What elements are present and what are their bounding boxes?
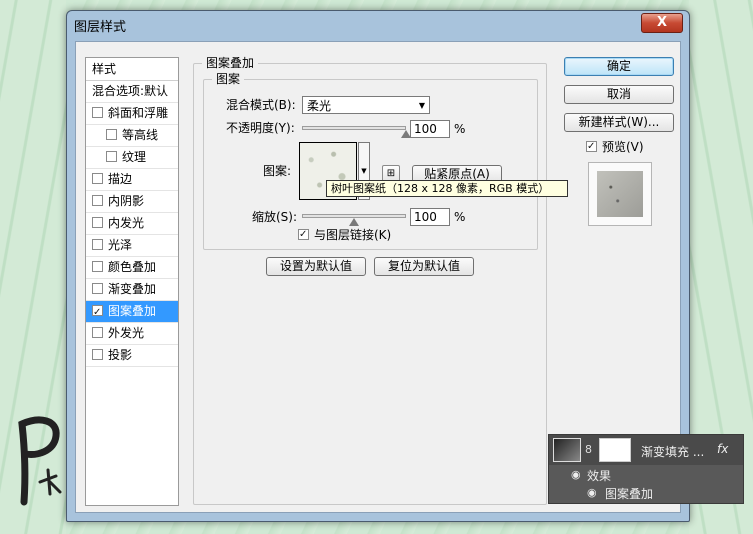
style-item-checkbox[interactable] — [92, 327, 103, 338]
eye-icon[interactable]: ◉ — [587, 486, 597, 499]
opacity-unit: % — [454, 122, 466, 136]
layers-panel: 8 渐变填充 ... fx ◉ 效果 ◉ 图案叠加 — [548, 434, 744, 504]
style-item-checkbox[interactable] — [92, 217, 103, 228]
style-item[interactable]: 图案叠加 — [86, 301, 178, 323]
style-item[interactable]: 内发光 — [86, 213, 178, 235]
style-item[interactable]: 渐变叠加 — [86, 279, 178, 301]
pattern-tooltip: 树叶图案纸（128 x 128 像素，RGB 模式） — [326, 180, 568, 197]
style-list-header[interactable]: 样式 — [86, 58, 178, 81]
blend-mode-value: 柔光 — [307, 99, 332, 113]
style-item-checkbox[interactable] — [92, 302, 103, 322]
scale-label: 缩放(S): — [252, 210, 298, 224]
scale-slider-thumb[interactable] — [349, 218, 359, 226]
style-item-label: 等高线 — [122, 128, 159, 142]
style-item-checkbox[interactable] — [92, 173, 103, 184]
style-list: 样式 混合选项:默认斜面和浮雕等高线纹理描边内阴影内发光光泽颜色叠加渐变叠加图案… — [85, 57, 179, 506]
style-item[interactable]: 颜色叠加 — [86, 257, 178, 279]
ok-button[interactable]: 确定 — [564, 57, 674, 76]
link-label: 与图层链接(K) — [314, 228, 392, 242]
style-item-checkbox[interactable] — [92, 261, 103, 272]
layer-mask-thumbnail[interactable] — [599, 438, 631, 462]
gradient-layer-thumbnail[interactable] — [553, 438, 581, 462]
style-item-label: 描边 — [108, 172, 133, 186]
style-items: 混合选项:默认斜面和浮雕等高线纹理描边内阴影内发光光泽颜色叠加渐变叠加图案叠加外… — [86, 81, 178, 367]
layer-row[interactable]: 8 渐变填充 ... fx — [549, 435, 743, 465]
effects-label[interactable]: 效果 — [587, 467, 611, 484]
scale-input[interactable]: 100 — [410, 208, 450, 226]
style-item-label: 纹理 — [122, 150, 147, 164]
link-with-layer[interactable]: 与图层链接(K) — [298, 226, 391, 244]
reset-default-button[interactable]: 复位为默认值 — [374, 257, 474, 276]
style-item[interactable]: 斜面和浮雕 — [86, 103, 178, 125]
style-item-checkbox[interactable] — [106, 151, 117, 162]
cancel-button[interactable]: 取消 — [564, 85, 674, 104]
opacity-label: 不透明度(Y): — [226, 121, 295, 135]
title-bar[interactable]: 图层样式 X — [67, 11, 687, 37]
style-item-label: 内阴影 — [108, 194, 145, 208]
style-item-checkbox[interactable] — [106, 129, 117, 140]
dialog-title: 图层样式 — [74, 20, 127, 35]
opacity-slider[interactable] — [302, 126, 406, 130]
blend-mode-label: 混合模式(B): — [226, 98, 296, 112]
set-default-button[interactable]: 设置为默认值 — [266, 257, 366, 276]
preview-label: 预览(V) — [602, 140, 644, 154]
style-item-checkbox[interactable] — [92, 349, 103, 360]
close-icon: X — [656, 15, 668, 30]
preview-toggle[interactable]: 预览(V) — [586, 138, 644, 156]
layer-name[interactable]: 渐变填充 ... — [641, 443, 704, 460]
style-item[interactable]: 描边 — [86, 169, 178, 191]
new-style-button[interactable]: 新建样式(W)... — [564, 113, 674, 132]
close-button[interactable]: X — [641, 13, 683, 33]
opacity-input[interactable]: 100 — [410, 120, 450, 138]
style-item[interactable]: 混合选项:默认 — [86, 81, 178, 103]
style-item-label: 混合选项:默认 — [92, 84, 169, 98]
style-item-label: 颜色叠加 — [108, 260, 157, 274]
style-item[interactable]: 光泽 — [86, 235, 178, 257]
style-item-label: 内发光 — [108, 216, 145, 230]
pattern-label: 图案: — [263, 164, 292, 178]
eye-icon[interactable]: ◉ — [571, 468, 581, 481]
style-item-label: 斜面和浮雕 — [108, 106, 169, 120]
style-item[interactable]: 投影 — [86, 345, 178, 367]
fx-icon[interactable]: fx — [717, 442, 728, 456]
blend-mode-select[interactable]: 柔光 ▼ — [302, 96, 430, 114]
chain-link-icon[interactable]: 8 — [585, 443, 592, 456]
scale-unit: % — [454, 210, 466, 224]
dropdown-arrow-icon: ▼ — [418, 101, 425, 110]
style-item-label: 渐变叠加 — [108, 282, 157, 296]
style-item[interactable]: 等高线 — [86, 125, 178, 147]
style-item[interactable]: 外发光 — [86, 323, 178, 345]
style-item-checkbox[interactable] — [92, 239, 103, 250]
preview-thumbnail — [597, 171, 643, 217]
style-item-label: 投影 — [108, 348, 133, 362]
style-item[interactable]: 纹理 — [86, 147, 178, 169]
effect-item[interactable]: 图案叠加 — [605, 485, 653, 502]
style-item[interactable]: 内阴影 — [86, 191, 178, 213]
style-item-label: 图案叠加 — [108, 304, 157, 318]
style-item-checkbox[interactable] — [92, 107, 103, 118]
link-checkbox[interactable] — [298, 226, 309, 244]
style-item-label: 外发光 — [108, 326, 145, 340]
style-item-checkbox[interactable] — [92, 283, 103, 294]
preview-checkbox[interactable] — [586, 138, 597, 156]
style-item-label: 光泽 — [108, 238, 133, 252]
pattern-subgroup-title: 图案 — [212, 72, 245, 86]
pattern-overlay-title: 图案叠加 — [202, 56, 259, 70]
style-preview — [588, 162, 652, 226]
style-item-checkbox[interactable] — [92, 195, 103, 206]
